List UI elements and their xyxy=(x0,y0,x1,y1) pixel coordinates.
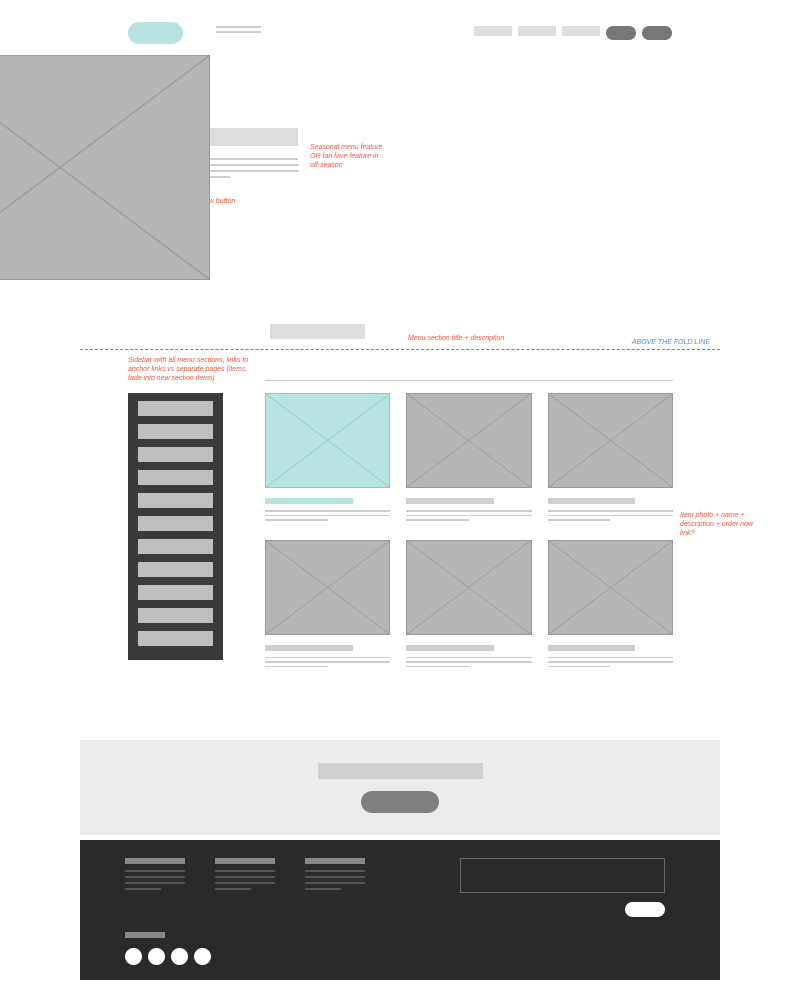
sidebar-section-link[interactable] xyxy=(138,562,213,577)
item-name-placeholder xyxy=(406,498,494,504)
item-photo-placeholder xyxy=(548,540,673,635)
sidebar-section-link[interactable] xyxy=(138,493,213,508)
annot-sidebar-note: Sidebar with all menu sections, links to… xyxy=(128,356,258,383)
social-icon[interactable] xyxy=(148,948,165,965)
tagline-placeholder xyxy=(216,26,261,36)
sidebar-section-link[interactable] xyxy=(138,608,213,623)
cta-heading-placeholder xyxy=(318,763,483,779)
footer-col-head xyxy=(215,858,275,864)
footer-col xyxy=(305,858,365,894)
menu-item-card[interactable] xyxy=(406,540,531,671)
item-desc-placeholder xyxy=(548,510,673,521)
sidebar-section-link[interactable] xyxy=(138,585,213,600)
sidebar-section-link[interactable] xyxy=(138,470,213,485)
item-desc-placeholder xyxy=(406,510,531,521)
footer-link[interactable] xyxy=(125,876,185,878)
footer-link[interactable] xyxy=(215,876,275,878)
nav-link-3[interactable] xyxy=(562,26,600,36)
site-footer xyxy=(80,840,720,980)
annot-section-title: Menu section title + description xyxy=(408,334,504,343)
menu-item-card[interactable] xyxy=(548,393,673,524)
sidebar-section-link[interactable] xyxy=(138,424,213,439)
order-now-cta-band xyxy=(80,740,720,835)
sidebar-section-link[interactable] xyxy=(138,631,213,646)
item-photo-placeholder xyxy=(406,393,531,488)
social-icon[interactable] xyxy=(125,948,142,965)
nav-link-1[interactable] xyxy=(474,26,512,36)
menu-section-title-placeholder xyxy=(270,324,365,339)
item-desc-placeholder xyxy=(406,657,531,668)
site-header xyxy=(0,22,800,52)
item-name-placeholder xyxy=(265,498,353,504)
annot-hero-note: Seasonal menu feature OR fan fave featur… xyxy=(310,143,390,170)
nav-cta-2[interactable] xyxy=(642,26,672,40)
item-desc-placeholder xyxy=(265,510,390,521)
item-name-placeholder xyxy=(265,645,353,651)
footer-col-head xyxy=(305,858,365,864)
cta-order-now-button[interactable] xyxy=(361,791,439,813)
footer-link[interactable] xyxy=(125,888,161,890)
sidebar-section-link[interactable] xyxy=(138,447,213,462)
menu-item-card[interactable] xyxy=(406,393,531,524)
footer-link[interactable] xyxy=(125,870,185,872)
menu-grid-divider xyxy=(265,380,673,381)
item-photo-placeholder xyxy=(548,393,673,488)
footer-link[interactable] xyxy=(305,882,365,884)
footer-link[interactable] xyxy=(215,882,275,884)
annot-card-note: Item photo + name + description + order … xyxy=(680,511,765,538)
menu-items-grid xyxy=(265,393,673,670)
social-links xyxy=(125,948,211,965)
menu-item-card[interactable] xyxy=(548,540,673,671)
annot-fold-label: ABOVE THE FOLD LINE xyxy=(632,338,710,347)
sidebar-section-link[interactable] xyxy=(138,516,213,531)
social-heading-placeholder xyxy=(125,932,165,938)
logo-pill[interactable] xyxy=(128,22,183,44)
menu-item-card[interactable] xyxy=(265,540,390,671)
item-name-placeholder xyxy=(548,645,636,651)
nav-link-2[interactable] xyxy=(518,26,556,36)
social-icon[interactable] xyxy=(171,948,188,965)
item-name-placeholder xyxy=(548,498,636,504)
footer-link[interactable] xyxy=(215,888,251,890)
item-photo-placeholder xyxy=(265,540,390,635)
menu-sections-sidebar xyxy=(128,393,223,660)
footer-link[interactable] xyxy=(305,888,341,890)
newsletter-input-placeholder[interactable] xyxy=(460,858,665,893)
footer-col xyxy=(125,858,185,894)
fold-line xyxy=(80,349,720,350)
hero-image-placeholder xyxy=(0,55,210,280)
item-photo-placeholder xyxy=(406,540,531,635)
primary-nav xyxy=(474,26,672,40)
item-photo-placeholder xyxy=(265,393,390,488)
sidebar-section-link[interactable] xyxy=(138,539,213,554)
item-desc-placeholder xyxy=(548,657,673,668)
nav-cta-1[interactable] xyxy=(606,26,636,40)
footer-link[interactable] xyxy=(305,876,365,878)
footer-col-head xyxy=(125,858,185,864)
footer-col xyxy=(215,858,275,894)
footer-link[interactable] xyxy=(305,870,365,872)
footer-link[interactable] xyxy=(215,870,275,872)
sidebar-section-link[interactable] xyxy=(138,401,213,416)
item-name-placeholder xyxy=(406,645,494,651)
footer-link[interactable] xyxy=(125,882,185,884)
item-desc-placeholder xyxy=(265,657,390,668)
menu-item-card[interactable] xyxy=(265,393,390,524)
social-icon[interactable] xyxy=(194,948,211,965)
newsletter-submit-button[interactable] xyxy=(625,902,665,917)
